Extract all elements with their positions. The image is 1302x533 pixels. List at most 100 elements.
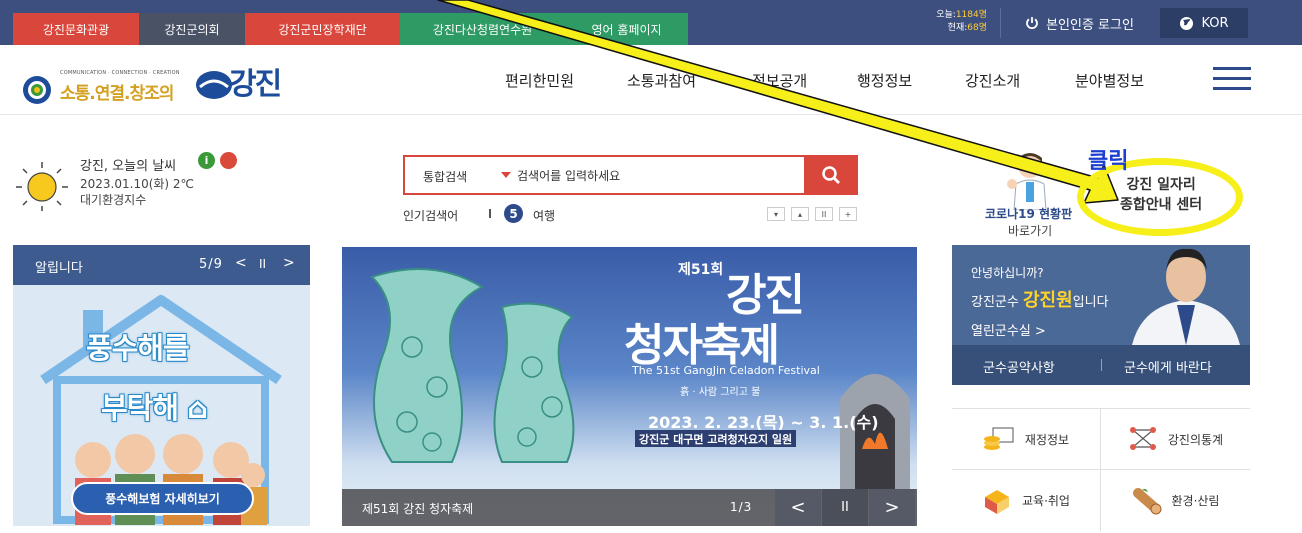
search-box: 통합검색 bbox=[403, 155, 858, 195]
mayor-intro-prefix: 강진군수 bbox=[971, 295, 1023, 310]
air-quality-link[interactable]: 대기환경지수 bbox=[80, 191, 146, 208]
notice-pause-icon[interactable]: II bbox=[259, 257, 266, 271]
popular-prev-button[interactable]: ▴ bbox=[791, 207, 809, 221]
quick-menu-grid: 재정정보 강진의통계 교육·취업 환경·산림 bbox=[952, 408, 1250, 531]
language-label: KOR bbox=[1201, 15, 1229, 31]
nav-about-gangjin[interactable]: 강진소개 bbox=[965, 70, 1020, 91]
notice-prev-icon[interactable]: < bbox=[235, 255, 247, 271]
notice-counter: 5/9 bbox=[199, 257, 223, 272]
festival-banner[interactable]: 제51회 강진 청자축제 The 51st GangJin Celadon Fe… bbox=[342, 247, 917, 526]
banner-page-counter: 1/3 bbox=[730, 500, 753, 514]
thermometer-icon[interactable] bbox=[220, 152, 237, 169]
open-mayor-office-link[interactable]: 열린군수실 > bbox=[971, 320, 1046, 339]
mayor-wishes-link[interactable]: 군수에게 바란다 bbox=[1124, 357, 1212, 376]
popular-more-button[interactable]: + bbox=[839, 207, 857, 221]
promo-headline-1: 풍수해를 bbox=[86, 331, 190, 365]
banner-next-button[interactable]: > bbox=[869, 489, 915, 526]
environment-forest-link[interactable]: 환경·산림 bbox=[1101, 470, 1250, 531]
logo-tagline: COMMUNICATION · CONNECTION · CREATION bbox=[60, 70, 180, 76]
popular-rank-badge: 5 bbox=[504, 204, 523, 223]
search-button[interactable] bbox=[804, 155, 858, 195]
banner-edition: 제51회 bbox=[678, 262, 724, 278]
finance-info-link[interactable]: 재정정보 bbox=[952, 409, 1101, 470]
statistics-link[interactable]: 강진의통계 bbox=[1101, 409, 1250, 470]
banner-prev-button[interactable]: < bbox=[775, 489, 821, 526]
banner-pause-button[interactable]: II bbox=[822, 489, 868, 526]
banner-english-title: The 51st GangJin Celadon Festival bbox=[632, 364, 820, 377]
popular-divider bbox=[489, 209, 491, 218]
county-emblem-icon bbox=[23, 76, 51, 104]
mayor-link-bar: 군수공약사항 군수에게 바란다 bbox=[952, 345, 1250, 385]
home-icon: ⌂ bbox=[187, 391, 208, 425]
weather-info-icon[interactable]: i bbox=[198, 152, 215, 169]
search-category-select[interactable]: 통합검색 bbox=[423, 168, 467, 185]
popular-expand-button[interactable]: ▾ bbox=[767, 207, 785, 221]
login-label: 본인인증 로그인 bbox=[1046, 17, 1134, 33]
chevron-right-icon: > bbox=[884, 497, 900, 518]
nav-civil-service[interactable]: 편리한민원 bbox=[505, 70, 574, 91]
top-utility-bar: 강진문화관광 강진군의회 강진군민장학재단 강진다산청렴연수원 영어 홈페이지 … bbox=[0, 0, 1302, 45]
mayor-name: 강진원 bbox=[1022, 290, 1073, 311]
promo-headline-2: 부탁해 ⌂ bbox=[101, 385, 208, 427]
logo-slogan: 소통.연결.창조의 bbox=[60, 84, 174, 104]
corona-dashboard-link[interactable]: 코로나19 현황판 bbox=[985, 205, 1072, 222]
nav-participation[interactable]: 소통과참여 bbox=[627, 70, 696, 91]
education-cube-icon bbox=[985, 489, 1009, 514]
header-divider bbox=[0, 114, 1302, 115]
popular-pause-button[interactable]: II bbox=[815, 207, 833, 221]
promo-detail-button[interactable]: 풍수해보험 자세히보기 bbox=[71, 482, 254, 515]
banner-place: 강진군 대구면 고려청자요지 일원 bbox=[635, 430, 797, 447]
globe-icon bbox=[1180, 16, 1194, 30]
tab-scholarship-foundation[interactable]: 강진군민장학재단 bbox=[245, 13, 400, 45]
logo-name: 강진 bbox=[229, 67, 282, 102]
mayor-greeting: 안녕하십니까? bbox=[971, 266, 1044, 280]
search-icon bbox=[822, 166, 840, 184]
tab-culture-tourism[interactable]: 강진문화관광 bbox=[13, 13, 139, 45]
sunny-weather-icon bbox=[16, 162, 68, 211]
notice-header: 알립니다 5/9 < II > bbox=[13, 245, 310, 285]
tab-english-homepage[interactable]: 영어 홈페이지 bbox=[565, 13, 688, 45]
mayor-photo bbox=[1132, 248, 1240, 345]
pause-icon: II bbox=[841, 500, 849, 515]
search-input[interactable] bbox=[517, 165, 797, 187]
mayor-intro: 강진군수 강진원입니다 bbox=[971, 286, 1109, 312]
mayor-bar-divider bbox=[1101, 359, 1102, 371]
visitor-today-value: 1184명 bbox=[955, 10, 987, 20]
nav-information-disclosure[interactable]: 정보공개 bbox=[752, 70, 807, 91]
tab-county-council[interactable]: 강진군의회 bbox=[139, 13, 245, 45]
banner-control-bar: 제51회 강진 청자축제 1/3 < II > bbox=[342, 489, 917, 526]
weather-date-temp: 2023.01.10(화) 2℃ bbox=[80, 177, 195, 191]
visitor-now-value: 68명 bbox=[967, 23, 987, 33]
statistics-network-icon bbox=[1129, 427, 1156, 450]
environment-forest-label: 환경·산림 bbox=[1171, 494, 1220, 508]
notice-next-icon[interactable]: > bbox=[283, 255, 295, 271]
popular-keywords-label: 인기검색어 bbox=[403, 209, 459, 223]
environment-log-icon bbox=[1132, 487, 1161, 514]
logo-wave-icon bbox=[196, 71, 232, 99]
visitor-now-label: 현재: bbox=[947, 23, 968, 33]
mayor-pledges-link[interactable]: 군수공약사항 bbox=[983, 357, 1055, 376]
mayor-intro-suffix: 입니다 bbox=[1072, 295, 1109, 310]
celadon-vase-illustration bbox=[370, 268, 575, 463]
education-jobs-link[interactable]: 교육·취업 bbox=[952, 470, 1101, 531]
banner-caption: 제51회 강진 청자축제 bbox=[362, 502, 474, 516]
tab-dasan-institute[interactable]: 강진다산청렴연수원 bbox=[400, 13, 565, 45]
doctor-character-icon[interactable] bbox=[1000, 148, 1060, 210]
banner-subtitle: 흙 · 사람 그리고 불 bbox=[680, 387, 761, 398]
popular-keyword-link[interactable]: 여행 bbox=[533, 207, 555, 224]
nav-administration[interactable]: 행정정보 bbox=[857, 70, 912, 91]
nav-field-information[interactable]: 분야별정보 bbox=[1075, 70, 1144, 91]
finance-coins-icon bbox=[983, 427, 1014, 450]
notice-panel: 알립니다 5/9 < II > 풍수해를 부탁해 ⌂ 풍수해보험 자세히보기 bbox=[13, 245, 310, 526]
power-icon bbox=[1026, 17, 1038, 30]
visitor-counter: 오늘:1184명 현재:68명 bbox=[912, 9, 987, 35]
site-logo[interactable]: COMMUNICATION · CONNECTION · CREATION 소통… bbox=[22, 55, 292, 107]
menu-hamburger-icon[interactable] bbox=[1213, 67, 1251, 91]
caret-down-icon[interactable] bbox=[501, 172, 511, 178]
annotation-click-label: 클릭 bbox=[1088, 149, 1129, 174]
corona-shortcut-label: 바로가기 bbox=[1008, 224, 1053, 238]
weather-title: 강진, 오늘의 날씨 bbox=[80, 159, 177, 174]
finance-info-label: 재정정보 bbox=[1024, 432, 1070, 447]
login-button[interactable]: 본인인증 로그인 bbox=[1000, 8, 1158, 38]
language-selector[interactable]: KOR bbox=[1160, 8, 1248, 38]
